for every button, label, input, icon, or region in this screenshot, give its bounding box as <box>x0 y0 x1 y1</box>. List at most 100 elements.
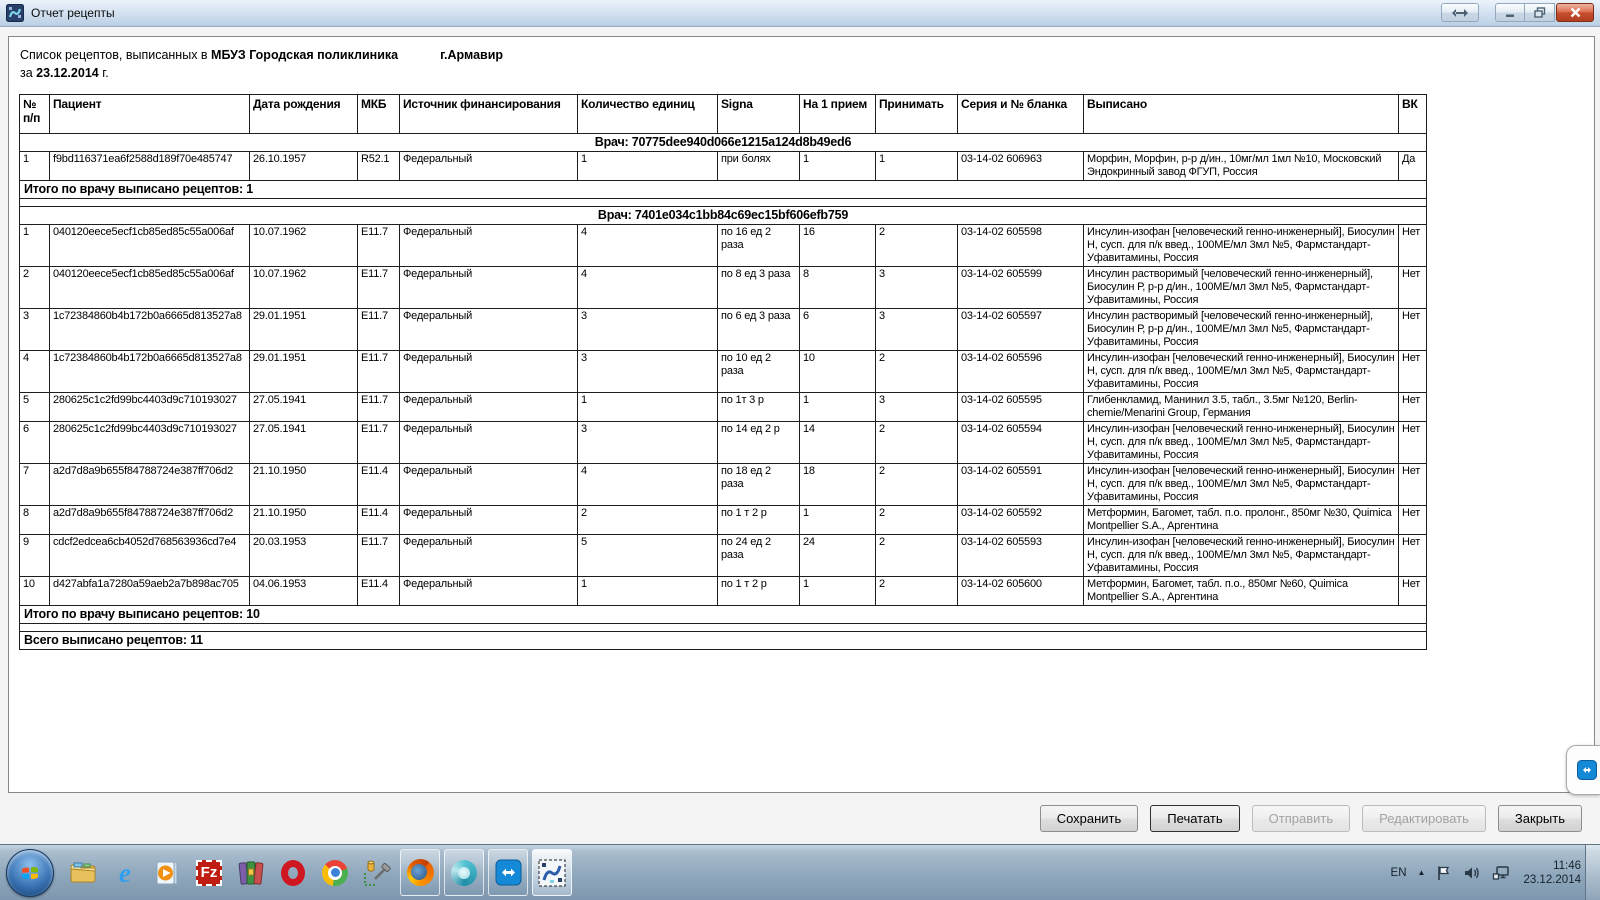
table-cell: 6 <box>20 422 50 464</box>
table-cell: Федеральный <box>400 506 578 535</box>
column-header: Количество единиц <box>578 95 718 134</box>
table-cell: по 18 ед 2 раза <box>718 464 800 506</box>
firefox-taskbar-button[interactable] <box>400 849 440 896</box>
windows-flag-icon <box>18 861 42 885</box>
table-cell: 1 <box>800 393 876 422</box>
table-cell: 4 <box>578 267 718 309</box>
table-row: 1f9bd116371ea6f2588d189f70e48574726.10.1… <box>20 152 1427 181</box>
table-cell: 1 <box>800 152 876 181</box>
close-icon <box>1570 7 1581 18</box>
table-cell: Нет <box>1399 535 1427 577</box>
hidden-icons-chevron[interactable]: ▲ <box>1418 868 1426 877</box>
table-cell: E11.7 <box>358 535 400 577</box>
network-icon[interactable] <box>1492 865 1510 881</box>
report-panel: Список рецептов, выписанных в МБУЗ Город… <box>8 36 1595 793</box>
resize-button[interactable] <box>1441 3 1479 22</box>
updater-taskbar-button[interactable] <box>444 849 484 896</box>
table-cell: E11.7 <box>358 351 400 393</box>
table-cell: Нет <box>1399 225 1427 267</box>
close-report-button[interactable]: Закрыть <box>1498 805 1582 832</box>
table-cell: 10 <box>800 351 876 393</box>
opera-icon[interactable] <box>273 849 313 897</box>
devtools-icon[interactable] <box>357 849 397 897</box>
start-button[interactable] <box>6 849 54 897</box>
spacer-row-cell <box>20 199 1427 207</box>
table-cell: 2 <box>876 351 958 393</box>
grand-total-row: Всего выписано рецептов: 11 <box>20 632 1427 650</box>
media-player-icon[interactable] <box>147 849 187 897</box>
table-cell: Федеральный <box>400 267 578 309</box>
internet-explorer-icon[interactable]: e <box>105 849 145 897</box>
table-cell: 10.07.1962 <box>250 267 358 309</box>
explorer-icon[interactable] <box>63 849 103 897</box>
intro-line2-suffix: г. <box>99 66 109 80</box>
save-button[interactable]: Сохранить <box>1040 805 1139 832</box>
table-cell: 1 <box>578 393 718 422</box>
teamviewer-side-panel-tab[interactable] <box>1566 745 1600 795</box>
table-cell: 27.05.1941 <box>250 422 358 464</box>
teamviewer-taskbar-button[interactable] <box>488 849 528 896</box>
teamviewer-icon <box>495 859 522 886</box>
table-cell: 1 <box>578 152 718 181</box>
table-cell: Инсулин-изофан [человеческий генно-инжен… <box>1084 351 1399 393</box>
language-indicator[interactable]: EN <box>1391 867 1407 879</box>
table-cell: при болях <box>718 152 800 181</box>
report-intro: Список рецептов, выписанных в МБУЗ Город… <box>20 46 1594 82</box>
group-total-row: Итого по врачу выписано рецептов: 10 <box>20 606 1427 624</box>
table-cell: по 8 ед 3 раза <box>718 267 800 309</box>
close-button[interactable] <box>1556 3 1594 22</box>
table-cell: 3 <box>876 309 958 351</box>
table-cell: cdcf2edcea6cb4052d768563936cd7e4 <box>50 535 250 577</box>
group-total-row-cell: Итого по врачу выписано рецептов: 10 <box>20 606 1427 624</box>
table-cell: 3 <box>876 267 958 309</box>
system-tray: EN ▲ 11:46 23.12.2014 <box>1391 859 1585 887</box>
table-cell: 1 <box>20 152 50 181</box>
table-row: 8a2d7d8a9b655f84788724e387ff706d221.10.1… <box>20 506 1427 535</box>
send-button: Отправить <box>1252 805 1350 832</box>
table-cell: a2d7d8a9b655f84788724e387ff706d2 <box>50 506 250 535</box>
minimize-button[interactable] <box>1495 3 1525 22</box>
table-cell: f9bd116371ea6f2588d189f70e485747 <box>50 152 250 181</box>
maximize-button[interactable] <box>1525 3 1555 22</box>
table-row: 41c72384860b4b172b0a6665d813527a829.01.1… <box>20 351 1427 393</box>
table-cell: Глибенкламид, Манинил 3.5, табл., 3.5мг … <box>1084 393 1399 422</box>
table-cell: 1c72384860b4b172b0a6665d813527a8 <box>50 351 250 393</box>
table-cell: Метформин, Багомет, табл. п.о., 850мг №6… <box>1084 577 1399 606</box>
table-cell: 1 <box>876 152 958 181</box>
table-cell: 5 <box>578 535 718 577</box>
table-cell: E11.7 <box>358 422 400 464</box>
table-cell: Федеральный <box>400 464 578 506</box>
table-cell: по 1т 3 р <box>718 393 800 422</box>
table-cell: 2 <box>20 267 50 309</box>
spacer-row <box>20 199 1427 207</box>
table-cell: 2 <box>876 577 958 606</box>
table-cell: 03-14-02 605593 <box>958 535 1084 577</box>
action-center-flag-icon[interactable] <box>1436 865 1452 881</box>
medical-app-taskbar-button[interactable] <box>532 849 572 896</box>
chrome-icon[interactable] <box>315 849 355 897</box>
table-cell: E11.7 <box>358 267 400 309</box>
taskbar: e Fz <box>0 844 1600 900</box>
table-cell: 26.10.1957 <box>250 152 358 181</box>
table-row: 7a2d7d8a9b655f84788724e387ff706d221.10.1… <box>20 464 1427 506</box>
taskbar-clock[interactable]: 11:46 23.12.2014 <box>1523 859 1581 887</box>
table-row: 1040120eece5ecf1cb85ed85c55a006af10.07.1… <box>20 225 1427 267</box>
table-cell: 03-14-02 605592 <box>958 506 1084 535</box>
table-cell: 03-14-02 605600 <box>958 577 1084 606</box>
winrar-icon[interactable] <box>231 849 271 897</box>
table-cell: 040120eece5ecf1cb85ed85c55a006af <box>50 267 250 309</box>
column-header: Принимать <box>876 95 958 134</box>
intro-line2-prefix: за <box>20 66 36 80</box>
table-cell: E11.7 <box>358 393 400 422</box>
show-desktop-button[interactable] <box>1585 845 1600 900</box>
print-button[interactable]: Печатать <box>1150 805 1239 832</box>
filezilla-icon[interactable]: Fz <box>189 849 229 897</box>
table-cell: 03-14-02 605594 <box>958 422 1084 464</box>
column-header: Серия и № бланка <box>958 95 1084 134</box>
table-cell: по 1 т 2 р <box>718 506 800 535</box>
table-cell: 8 <box>800 267 876 309</box>
volume-icon[interactable] <box>1463 865 1481 881</box>
table-cell: 3 <box>578 351 718 393</box>
column-header: Пациент <box>50 95 250 134</box>
table-cell: Федеральный <box>400 225 578 267</box>
